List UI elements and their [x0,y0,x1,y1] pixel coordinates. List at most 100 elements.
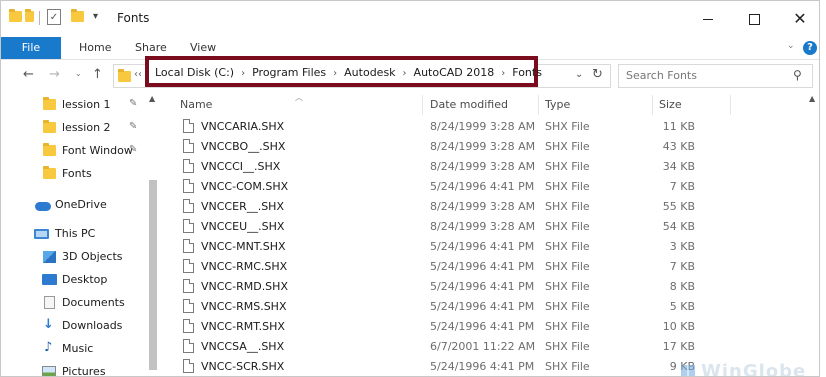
column-header-size[interactable]: Size [659,98,682,111]
sidebar-item-documents[interactable]: Documents [1,292,145,314]
table-row[interactable]: VNCCEU__.SHX 8/24/1999 3:28 AM SHX File 54 … [161,217,806,237]
file-size: 54 KB [662,220,695,233]
search-box[interactable]: Search Fonts ⚲ [618,64,813,88]
file-name: VNCCBO__.SHX [201,140,286,153]
file-type: SHX File [545,280,590,293]
breadcrumb-path: Local Disk (C:) › Program Files › Autodesk › A… [155,66,542,79]
sidebar-item-label: OneDrive [55,198,107,211]
chevron-right-icon[interactable]: › [501,68,505,79]
file-icon [183,199,194,213]
table-row[interactable]: VNCC-RMT.SHX 5/24/1996 4:41 PM SHX File 10 … [161,317,806,337]
file-type: SHX File [545,220,590,233]
breadcrumb-program-files[interactable]: Program Files [252,66,326,79]
column-divider[interactable] [422,95,423,115]
chevron-right-icon[interactable]: › [333,68,337,79]
search-input[interactable]: Search Fonts [626,69,697,82]
column-header-type[interactable]: Type [545,98,570,111]
customize-quick-access-icon[interactable]: ▾ [93,11,98,22]
file-type: SHX File [545,260,590,273]
table-row[interactable]: VNCCSA__.SHX 6/7/2001 11:22 AM SHX File 17 … [161,337,806,357]
sidebar-item-downloads[interactable]: ↓ Downloads [1,315,145,337]
file-icon [183,339,194,353]
column-divider[interactable] [652,95,653,115]
folder-icon [9,9,22,25]
column-header-name[interactable]: Name [180,98,212,111]
table-row[interactable]: VNCC-COM.SHX 5/24/1996 4:41 PM SHX File 7 K… [161,177,806,197]
file-icon [183,239,194,253]
scroll-up-icon[interactable]: ▲ [809,94,815,103]
sidebar-item-fonts[interactable]: Fonts [1,163,145,185]
file-list-scrollbar[interactable]: ▲ [806,92,819,376]
file-size: 5 KB [669,300,695,313]
column-divider[interactable] [730,95,731,115]
address-prefix[interactable]: ‹‹ [134,69,142,80]
new-folder-icon[interactable] [71,9,84,25]
pictures-icon [42,366,56,376]
breadcrumb-autocad-2018[interactable]: AutoCAD 2018 [414,66,495,79]
file-list: ︿ Name Date modified Type Size VNCCARIA.… [161,92,806,376]
column-header-date[interactable]: Date modified [430,98,508,111]
table-row[interactable]: VNCC-RMS.SHX 5/24/1996 4:41 PM SHX File 5 K… [161,297,806,317]
pin-icon[interactable]: ✎ [129,144,137,155]
back-button[interactable]: ← [23,67,34,82]
breadcrumb-fonts[interactable]: Fonts [512,66,542,79]
file-name: VNCC-SCR.SHX [201,360,285,373]
close-button[interactable]: ✕ [777,5,819,33]
chevron-right-icon[interactable]: › [403,68,407,79]
table-row[interactable]: VNCC-MNT.SHX 5/24/1996 4:41 PM SHX File 3 K… [161,237,806,257]
up-button[interactable]: ↑ [92,67,103,82]
table-row[interactable]: VNCCCI__.SHX 8/24/1999 3:28 AM SHX File 34 … [161,157,806,177]
file-icon [183,279,194,293]
refresh-icon[interactable]: ↻ [592,67,603,82]
column-divider[interactable] [538,95,539,115]
file-date: 5/24/1996 4:41 PM [430,320,535,333]
folder-icon [25,9,34,25]
sidebar-item-desktop[interactable]: Desktop [1,269,145,291]
tab-file[interactable]: File [1,37,61,59]
sidebar-scrollbar[interactable]: ▲ [147,92,159,376]
sidebar-item-pictures[interactable]: Pictures [1,361,145,376]
help-icon[interactable]: ? [803,41,817,55]
tab-home[interactable]: Home [79,37,111,59]
minimize-button[interactable] [685,5,731,33]
forward-button[interactable]: → [49,67,60,82]
address-history-icon[interactable]: ⌄ [575,69,583,80]
file-name: VNCCER__.SHX [201,200,284,213]
chevron-right-icon[interactable]: › [241,68,245,79]
pin-icon[interactable]: ✎ [129,98,137,109]
scrollbar-thumb[interactable] [149,180,157,370]
sidebar-item-font-window[interactable]: Font Window ✎ [1,140,145,162]
maximize-button[interactable] [731,5,777,33]
table-row[interactable]: VNCCER__.SHX 8/24/1999 3:28 AM SHX File 55 … [161,197,806,217]
file-name: VNCCCI__.SHX [201,160,281,173]
breadcrumb-autodesk[interactable]: Autodesk [344,66,395,79]
sidebar-item-label: Documents [62,296,125,309]
table-row[interactable]: VNCCBO__.SHX 8/24/1999 3:28 AM SHX File 43 … [161,137,806,157]
sidebar-item-3d-objects[interactable]: 3D Objects [1,246,145,268]
expand-ribbon-icon[interactable]: ⌄ [787,41,795,51]
file-date: 5/24/1996 4:41 PM [430,180,535,193]
recent-locations-icon[interactable]: ⌄ [75,69,82,78]
sidebar-item-label: 3D Objects [62,250,123,263]
table-row[interactable]: VNCC-RMD.SHX 5/24/1996 4:41 PM SHX File 8 K… [161,277,806,297]
file-type: SHX File [545,320,590,333]
file-date: 8/24/1999 3:28 AM [430,200,536,213]
sidebar-item-lession-2[interactable]: lession 2 ✎ [1,117,145,139]
sidebar-item-label: Fonts [62,167,92,180]
file-name: VNCC-RMS.SHX [201,300,287,313]
table-row[interactable]: VNCCARIA.SHX 8/24/1999 3:28 AM SHX File 11 … [161,117,806,137]
pin-icon[interactable]: ✎ [129,121,137,132]
file-date: 6/7/2001 11:22 AM [430,340,536,353]
close-icon: ✕ [793,9,807,28]
breadcrumb-local-disk[interactable]: Local Disk (C:) [155,66,234,79]
scroll-up-icon[interactable]: ▲ [149,94,155,103]
properties-icon[interactable]: ✓ [47,9,61,25]
file-icon [183,179,194,193]
sidebar-item-this-pc[interactable]: This PC [1,223,145,245]
sidebar-item-onedrive[interactable]: OneDrive [1,194,145,216]
sidebar-item-music[interactable]: ♪ Music [1,338,145,360]
file-name: VNCCSA__.SHX [201,340,285,353]
table-row[interactable]: VNCC-RMC.SHX 5/24/1996 4:41 PM SHX File 7 K… [161,257,806,277]
sidebar-item-lession-1[interactable]: lession 1 ✎ [1,94,145,116]
file-date: 8/24/1999 3:28 AM [430,140,536,153]
